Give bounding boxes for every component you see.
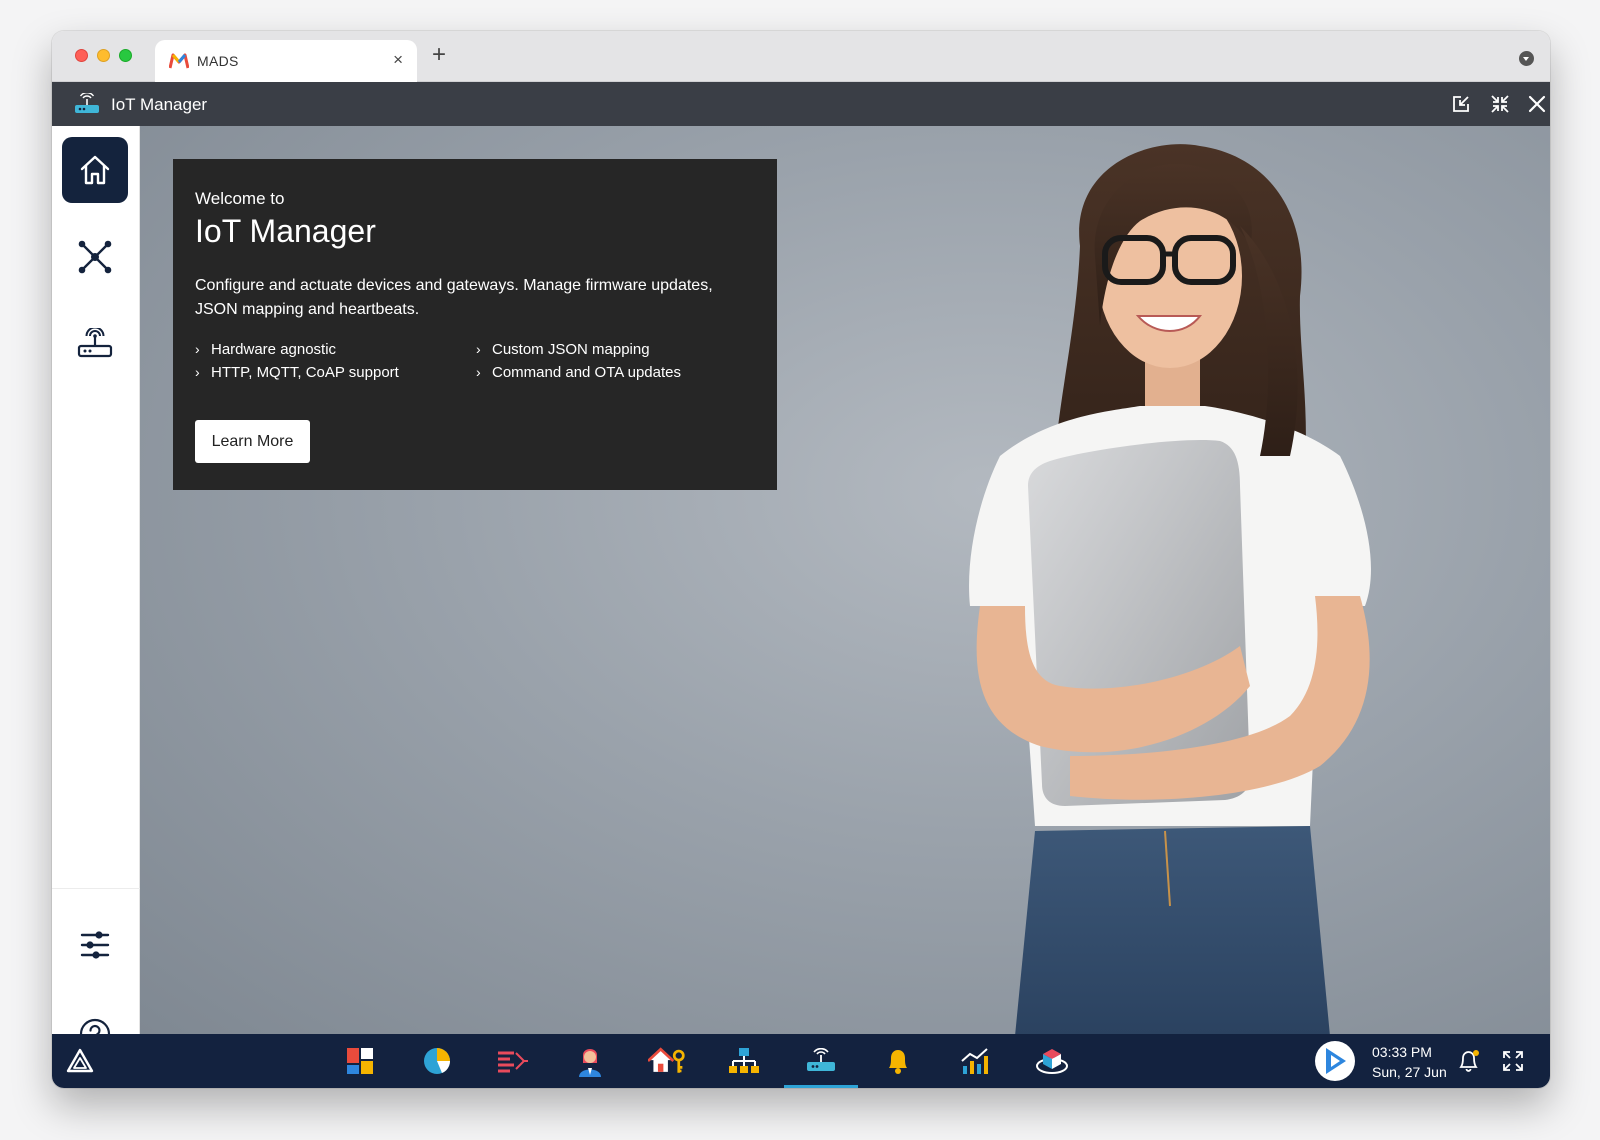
taskbar: 03:33 PM Sun, 27 Jun: [52, 1034, 1550, 1088]
data-flow-app-icon[interactable]: [494, 1042, 532, 1080]
alerts-bell-app-icon[interactable]: [879, 1042, 917, 1080]
minimize-window-button[interactable]: [97, 49, 110, 62]
iot-manager-icon: [75, 93, 99, 113]
collapse-icon[interactable]: [1489, 93, 1511, 115]
app-header: IoT Manager: [52, 82, 1550, 126]
chevron-right-icon: ›: [476, 364, 481, 380]
home-icon: [80, 155, 110, 185]
feature-label: HTTP, MQTT, CoAP support: [211, 364, 399, 381]
start-menu-icon[interactable]: [66, 1048, 94, 1074]
gateway-router-icon: [77, 328, 113, 358]
feature-label: Custom JSON mapping: [492, 341, 650, 358]
app-title: IoT Manager: [111, 95, 208, 114]
main-content: Welcome to IoT Manager Configure and act…: [140, 126, 1550, 1036]
trends-chart-app-icon[interactable]: [956, 1042, 994, 1080]
feature-item: › Custom JSON mapping: [476, 341, 650, 358]
chevron-right-icon: ›: [476, 341, 481, 357]
sidebar-item-network[interactable]: [62, 224, 128, 290]
iot-manager-app-icon[interactable]: [802, 1042, 840, 1080]
sidebar-divider: [52, 888, 140, 889]
sidebar-item-settings[interactable]: [62, 912, 128, 978]
browser-chrome: MADS × +: [52, 31, 1550, 82]
clock-date: Sun, 27 Jun: [1372, 1064, 1447, 1080]
welcome-card: Welcome to IoT Manager Configure and act…: [173, 159, 777, 490]
hierarchy-app-icon[interactable]: [725, 1042, 763, 1080]
welcome-description: Configure and actuate devices and gatewa…: [195, 277, 713, 318]
mads-logo-icon: [169, 53, 189, 69]
active-app-indicator: [784, 1085, 858, 1088]
welcome-subtitle: Welcome to: [195, 189, 285, 208]
sliders-icon: [80, 931, 110, 959]
chevron-right-icon: ›: [195, 341, 200, 357]
tab-title: MADS: [197, 53, 239, 69]
analytics-pie-app-icon[interactable]: [418, 1042, 456, 1080]
feature-label: Hardware agnostic: [211, 341, 337, 358]
hero-image: [969, 144, 1371, 1036]
new-tab-button[interactable]: +: [432, 43, 446, 67]
clock-time: 03:33 PM: [1372, 1044, 1432, 1060]
browser-menu-icon[interactable]: [1519, 51, 1534, 66]
feature-item: › HTTP, MQTT, CoAP support: [195, 364, 399, 381]
feature-item: › Command and OTA updates: [476, 364, 681, 381]
sidebar-item-home[interactable]: [62, 137, 128, 203]
close-window-button[interactable]: [75, 49, 88, 62]
sidebar: [52, 126, 140, 1050]
close-icon[interactable]: [1526, 93, 1548, 115]
chevron-right-icon: ›: [195, 364, 200, 380]
network-nodes-icon: [78, 240, 112, 274]
browser-tab[interactable]: MADS ×: [155, 40, 417, 82]
maximize-window-button[interactable]: [119, 49, 132, 62]
user-avatar-icon[interactable]: [1314, 1040, 1356, 1082]
sidebar-item-gateways[interactable]: [62, 311, 128, 377]
feature-label: Command and OTA updates: [492, 364, 681, 381]
tab-close-icon[interactable]: ×: [393, 50, 403, 70]
fullscreen-icon[interactable]: [1502, 1050, 1524, 1072]
browser-window: MADS × + IoT Manager Welcome to IoT Mana…: [52, 31, 1550, 1088]
feature-item: › Hardware agnostic: [195, 341, 336, 358]
cube-app-icon[interactable]: [1033, 1042, 1071, 1080]
popout-icon[interactable]: [1450, 93, 1472, 115]
notifications-bell-icon[interactable]: [1457, 1049, 1481, 1073]
dashboard-app-icon[interactable]: [341, 1042, 379, 1080]
home-key-app-icon[interactable]: [648, 1042, 686, 1080]
learn-more-button[interactable]: Learn More: [195, 420, 310, 463]
user-profile-app-icon[interactable]: [571, 1042, 609, 1080]
welcome-title: IoT Manager: [195, 213, 376, 249]
